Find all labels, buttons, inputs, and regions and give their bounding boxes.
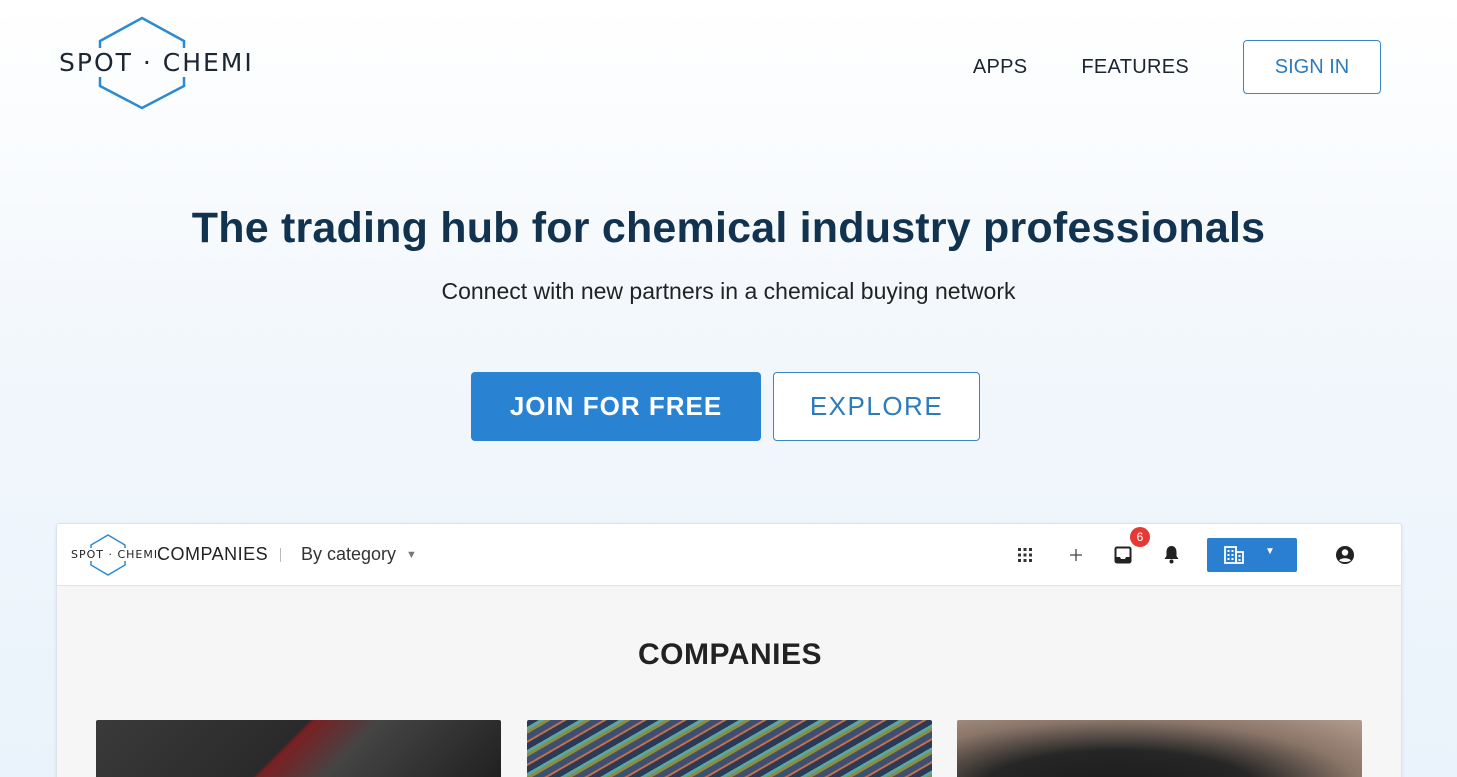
- nav-features[interactable]: FEATURES: [1081, 56, 1189, 79]
- cta-row: JOIN FOR FREE EXPLORE: [471, 372, 980, 441]
- join-for-free-button[interactable]: JOIN FOR FREE: [471, 372, 761, 441]
- company-card-image[interactable]: [96, 720, 501, 777]
- company-card-image[interactable]: [527, 720, 932, 777]
- hero-title: The trading hub for chemical industry pr…: [191, 204, 1266, 252]
- site-logo[interactable]: SPOT · CHEMI: [58, 16, 255, 110]
- caret-down-icon: ▼: [1265, 546, 1275, 557]
- notification-badge: 6: [1130, 527, 1150, 547]
- nav-apps[interactable]: APPS: [973, 56, 1028, 79]
- inbox-icon[interactable]: [1114, 546, 1132, 564]
- bell-icon[interactable]: [1163, 545, 1180, 564]
- organization-switcher-button[interactable]: ▼: [1207, 538, 1297, 572]
- preview-section-label[interactable]: COMPANIES: [157, 544, 268, 565]
- main-nav: APPS FEATURES SIGN IN: [973, 40, 1381, 94]
- explore-button[interactable]: EXPLORE: [773, 372, 980, 441]
- preview-logo[interactable]: SPOT · CHEMI: [71, 534, 159, 576]
- plus-icon[interactable]: [1070, 549, 1082, 561]
- companies-heading: COMPANIES: [638, 638, 822, 671]
- hero-subtitle: Connect with new partners in a chemical …: [441, 278, 1016, 304]
- building-icon: [1224, 546, 1244, 564]
- preview-top-bar: SPOT · CHEMI COMPANIES By category ▼ 6 ▼: [57, 524, 1401, 586]
- category-dropdown-label: By category: [301, 544, 397, 564]
- divider: [280, 548, 281, 562]
- app-preview: SPOT · CHEMI COMPANIES By category ▼ 6 ▼…: [56, 523, 1402, 777]
- sign-in-button[interactable]: SIGN IN: [1243, 40, 1381, 94]
- apps-grid-icon[interactable]: [1017, 547, 1033, 563]
- caret-down-icon: ▼: [406, 548, 417, 561]
- company-card-image[interactable]: [957, 720, 1362, 777]
- logo-text: SPOT · CHEMI: [58, 48, 255, 77]
- category-dropdown[interactable]: By category ▼: [301, 544, 417, 565]
- account-icon[interactable]: [1335, 545, 1355, 565]
- preview-logo-text: SPOT · CHEMI: [71, 548, 159, 561]
